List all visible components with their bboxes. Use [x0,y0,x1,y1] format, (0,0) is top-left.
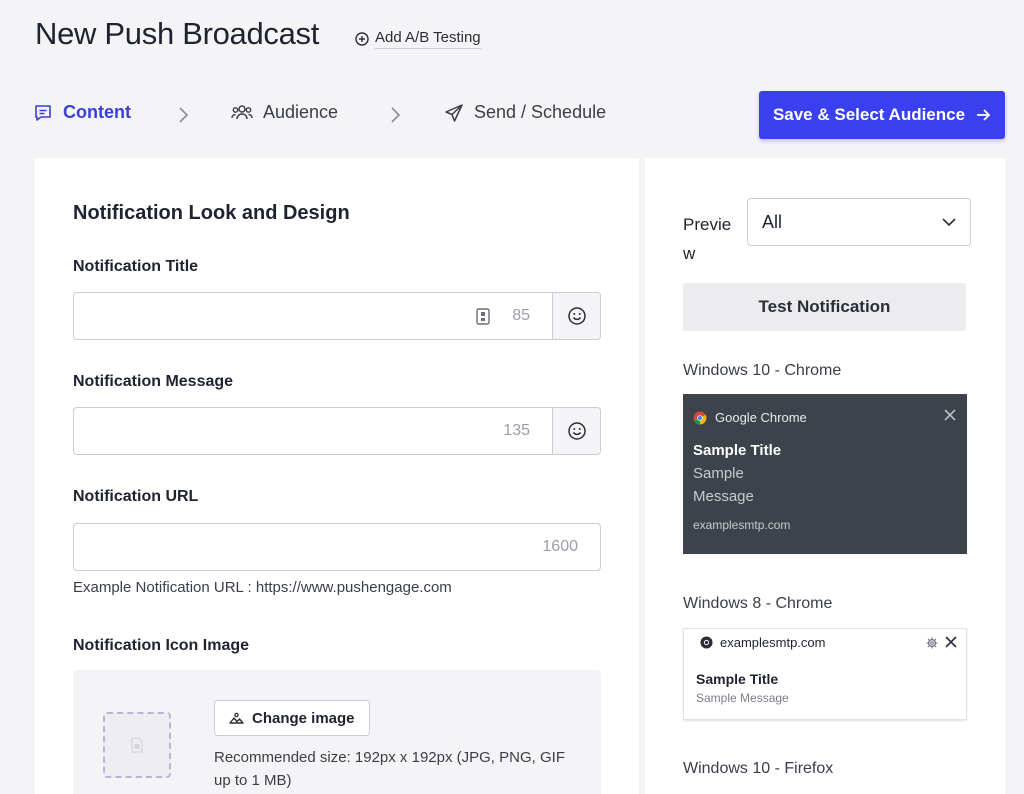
notification-url-input[interactable] [74,524,600,570]
title-emoji-button[interactable] [552,293,600,339]
personalization-tag-icon[interactable] [476,308,490,325]
change-image-button[interactable]: Change image [214,700,370,736]
step-send-schedule-label: Send / Schedule [474,102,607,122]
win8-chrome-label: Windows 8 - Chrome [683,595,833,612]
step-content-label: Content [63,102,131,122]
message-square-icon [35,104,51,121]
image-file-icon [131,737,143,753]
close-icon[interactable] [944,635,958,649]
notification-message-label: Notification Message [73,373,234,390]
message-char-counter: 135 [503,422,530,439]
plus-circle-icon [355,32,369,46]
notification-title-field: 85 [73,292,601,340]
close-icon[interactable] [943,408,957,422]
win10-firefox-label: Windows 10 - Firefox [683,760,834,777]
step-audience[interactable]: Audience [231,102,338,123]
win8-chrome-preview: examplesmtp.com Sample Title Sample Mess… [683,628,967,720]
browser-name: Google Chrome [715,410,807,425]
chevron-right-icon [176,105,190,125]
notification-message-field: 135 [73,407,601,455]
chrome-logo-icon [693,411,707,424]
save-select-audience-button[interactable]: Save & Select Audience [759,91,1005,139]
win10-sample-title: Sample Title [693,442,782,459]
content-form-panel: Notification Look and Design Notificatio… [35,158,639,794]
preview-label: Preview [683,215,732,263]
preview-panel: Preview All Test Notification Windows 10… [645,158,1005,794]
win10-domain: examplesmtp.com [693,518,791,532]
add-ab-testing-link[interactable]: Add A/B Testing [355,29,481,49]
icon-image-placeholder[interactable] [103,712,171,778]
win8-domain: examplesmtp.com [720,635,826,650]
preview-select-value: All [762,211,783,232]
section-title: Notification Look and Design [73,202,350,224]
win10-chrome-preview: Google Chrome Sample Title Sample Messag… [683,394,967,554]
message-emoji-button[interactable] [552,408,600,454]
step-content[interactable]: Content [33,102,131,123]
smiley-icon [567,307,586,325]
change-image-label: Change image [252,709,355,727]
chevron-right-icon [388,105,402,125]
arrow-right-icon [977,109,991,121]
win10-sample-message: Sample Message [693,465,754,505]
notification-url-field: 1600 [73,523,601,571]
ab-testing-label: Add A/B Testing [375,29,481,49]
image-icon [229,712,244,724]
icon-image-uploader: Change image Recommended size: 192px x 1… [73,670,601,794]
win8-sample-title: Sample Title [696,671,779,687]
wizard-steps: Content Audience Send / Schedule [33,102,633,128]
url-char-counter: 1600 [542,538,578,555]
test-notification-button[interactable]: Test Notification [683,283,966,331]
page-title: New Push Broadcast [35,16,320,51]
win8-chrome-header: examplesmtp.com [700,635,825,650]
save-button-label: Save & Select Audience [772,105,966,124]
chrome-logo-icon [700,636,713,649]
gear-icon[interactable] [926,637,938,649]
win10-chrome-header: Google Chrome [693,410,807,425]
step-audience-label: Audience [263,102,339,122]
notification-title-label: Notification Title [73,258,199,275]
step-send-schedule[interactable]: Send / Schedule [444,102,606,123]
notification-message-input[interactable] [74,408,552,454]
notification-url-label: Notification URL [73,488,199,505]
smiley-icon [567,422,586,440]
win10-chrome-label: Windows 10 - Chrome [683,362,842,379]
title-char-counter: 85 [512,307,530,324]
recommended-size-text: Recommended size: 192px x 192px (JPG, PN… [214,749,565,789]
send-icon [445,103,463,122]
users-icon [231,104,253,119]
chevron-down-icon [942,218,956,227]
preview-platform-select[interactable]: All [747,198,971,246]
notification-icon-label: Notification Icon Image [73,637,250,654]
url-helper-text: Example Notification URL : https://www.p… [73,579,452,596]
win8-sample-message: Sample Message [696,691,789,705]
